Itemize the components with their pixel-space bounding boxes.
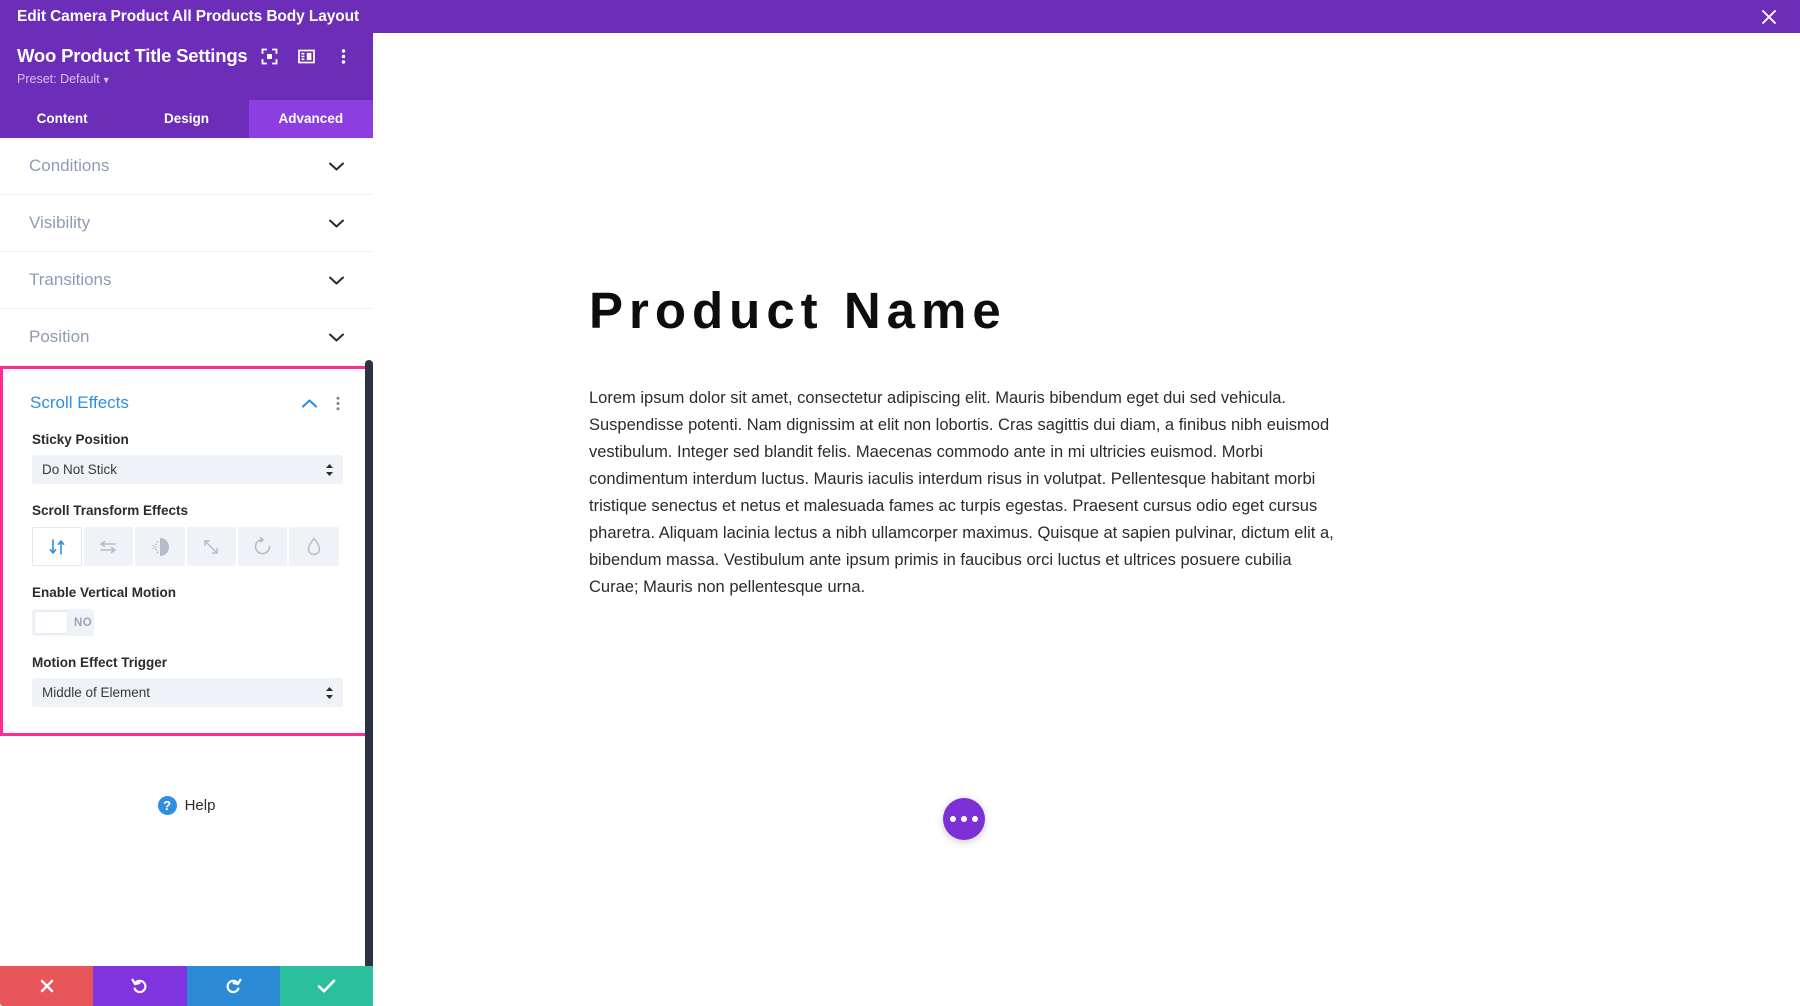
section-conditions[interactable]: Conditions (0, 138, 373, 195)
panel-header: Woo Product Title Settings Preset: Defau… (0, 33, 373, 100)
panel-tabs: Content Design Advanced (0, 100, 373, 138)
top-bar: Edit Camera Product All Products Body La… (0, 0, 1800, 33)
sticky-position-label: Sticky Position (32, 432, 129, 447)
sticky-position-value: Do Not Stick (42, 462, 118, 477)
select-arrows-icon (325, 463, 334, 477)
focus-target-icon[interactable] (260, 47, 278, 65)
section-label: Visibility (29, 213, 91, 232)
chevron-down-icon (328, 158, 344, 174)
fab-dot (961, 816, 967, 822)
fab-dot (950, 816, 956, 822)
motion-effect-trigger-label: Motion Effect Trigger (32, 655, 167, 670)
undo-icon (131, 978, 147, 994)
chevron-down-icon: ▼ (101, 75, 111, 85)
undo-button[interactable] (93, 966, 187, 1006)
preset-label: Preset: Default (17, 72, 100, 86)
chevron-down-icon (328, 329, 344, 345)
panel-header-icons (260, 47, 356, 65)
divi-builder-screen: Edit Camera Product All Products Body La… (0, 0, 1800, 1006)
redo-icon (226, 978, 242, 994)
sticky-position-field: Sticky Position Do Not Stick (3, 432, 370, 484)
product-title: Product Name (589, 282, 1007, 339)
chevron-down-icon (328, 272, 344, 288)
toggle-state-label: NO (74, 616, 93, 629)
layout-columns-icon[interactable] (297, 47, 315, 65)
kebab-menu-icon[interactable] (334, 47, 352, 65)
section-position[interactable]: Position (0, 309, 373, 366)
tab-design[interactable]: Design (124, 100, 249, 138)
ellipsis-icon[interactable] (943, 798, 985, 840)
motion-effect-trigger-select[interactable]: Middle of Element (32, 678, 343, 707)
tab-advanced[interactable]: Advanced (248, 100, 373, 138)
enable-vertical-motion-toggle[interactable]: NO (32, 609, 94, 636)
panel-action-bar (0, 966, 373, 1006)
section-label: Conditions (29, 156, 110, 175)
motion-effect-trigger-field: Motion Effect Trigger Middle of Element (3, 655, 370, 733)
chevron-up-icon[interactable] (301, 395, 317, 411)
transform-effects-field: Scroll Transform Effects (3, 503, 370, 566)
panel-body: Conditions Visibility Transitions Positi… (0, 138, 373, 966)
check-icon (317, 979, 336, 993)
motion-effect-trigger-value: Middle of Element (42, 685, 151, 700)
section-visibility[interactable]: Visibility (0, 195, 373, 252)
section-label: Transitions (29, 270, 112, 289)
fade-in-out-icon[interactable] (135, 527, 185, 566)
tab-content[interactable]: Content (0, 100, 125, 138)
help-label: Help (184, 796, 216, 814)
rotating-icon[interactable] (238, 527, 288, 566)
section-transitions[interactable]: Transitions (0, 252, 373, 309)
vertical-motion-icon[interactable] (32, 527, 82, 566)
blur-icon[interactable] (289, 527, 339, 566)
product-description: Lorem ipsum dolor sit amet, consectetur … (589, 389, 1334, 597)
redo-button[interactable] (186, 966, 280, 1006)
fab-dot (972, 816, 978, 822)
enable-vertical-motion-label: Enable Vertical Motion (32, 585, 177, 600)
settings-panel: Woo Product Title Settings Preset: Defau… (0, 33, 373, 1006)
help-link[interactable]: ? Help (157, 795, 216, 815)
top-bar-title: Edit Camera Product All Products Body La… (17, 7, 360, 25)
transform-effects-options (32, 527, 341, 566)
scroll-effects-title: Scroll Effects (30, 393, 129, 412)
preview-content: Product Name Lorem ipsum dolor sit amet,… (373, 33, 1334, 601)
chevron-down-icon (328, 215, 344, 231)
x-icon (40, 979, 53, 993)
scaling-up-down-icon[interactable] (186, 527, 236, 566)
scroll-effects-section: Scroll Effects Sticky Position Do Not St… (0, 366, 373, 736)
panel-scrollbar[interactable] (365, 360, 373, 966)
kebab-menu-icon[interactable] (331, 396, 345, 411)
toggle-knob (34, 611, 68, 634)
sticky-position-select[interactable]: Do Not Stick (32, 455, 343, 484)
question-mark-icon: ? (157, 795, 177, 815)
preview-canvas: Product Name Lorem ipsum dolor sit amet,… (373, 33, 1800, 1006)
save-button[interactable] (279, 966, 373, 1006)
horizontal-motion-icon[interactable] (83, 527, 134, 566)
cancel-button[interactable] (0, 966, 94, 1006)
preset-selector[interactable]: Preset: Default ▼ (0, 67, 373, 86)
section-label: Position (29, 327, 90, 346)
transform-effects-label: Scroll Transform Effects (32, 503, 189, 518)
panel-title: Woo Product Title Settings (17, 45, 248, 66)
enable-vertical-motion-field: Enable Vertical Motion NO (3, 585, 370, 636)
select-arrows-icon (325, 686, 334, 700)
scroll-effects-header[interactable]: Scroll Effects (3, 369, 370, 413)
help-area: ? Help (0, 736, 373, 836)
close-icon[interactable] (1758, 6, 1780, 28)
